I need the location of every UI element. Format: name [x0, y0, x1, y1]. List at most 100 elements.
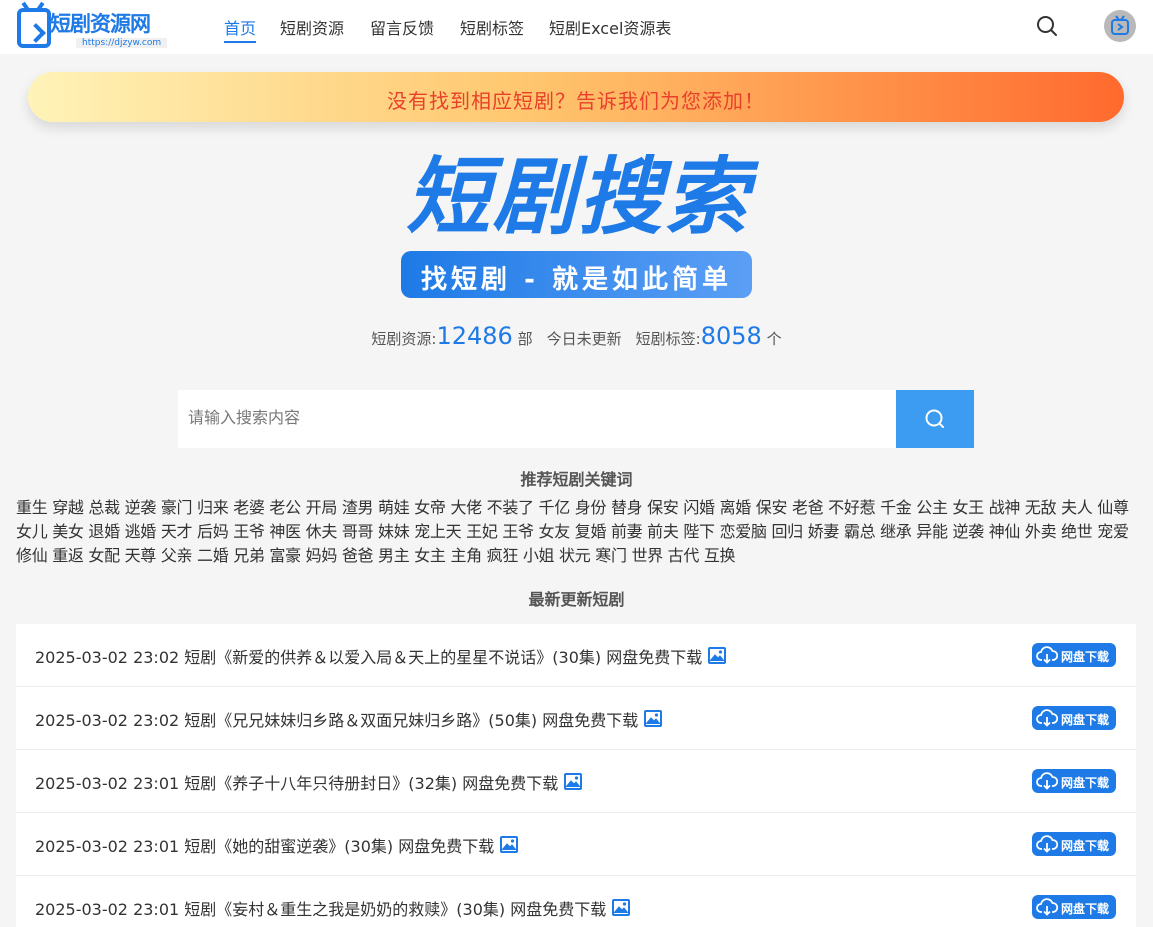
keyword-link[interactable]: 公主 — [916, 498, 948, 517]
keyword-link[interactable]: 父亲 — [161, 546, 193, 565]
keyword-link[interactable]: 娇妻 — [808, 522, 840, 541]
keyword-link[interactable]: 退婚 — [88, 522, 120, 541]
keyword-link[interactable]: 小姐 — [523, 546, 555, 565]
keyword-link[interactable]: 王爷 — [502, 522, 534, 541]
keyword-link[interactable]: 仙尊 — [1097, 498, 1129, 517]
keyword-link[interactable]: 总裁 — [88, 498, 120, 517]
keyword-link[interactable]: 主角 — [450, 546, 482, 565]
drama-link[interactable]: 2025-03-02 23:01 短剧《养子十八年只待册封日》(32集) 网盘免… — [35, 770, 583, 794]
keyword-link[interactable]: 妈妈 — [306, 546, 338, 565]
keyword-link[interactable]: 互换 — [704, 546, 736, 565]
keyword-link[interactable]: 神医 — [269, 522, 301, 541]
search-icon[interactable] — [1035, 14, 1059, 38]
drama-link[interactable]: 2025-03-02 23:01 短剧《妄村＆重生之我是奶奶的救赎》(30集) … — [35, 896, 631, 920]
keyword-link[interactable]: 寒门 — [595, 546, 627, 565]
keyword-link[interactable]: 女帝 — [414, 498, 446, 517]
download-button[interactable]: 网盘下载 — [1032, 832, 1116, 856]
search-input[interactable] — [178, 390, 896, 448]
keyword-link[interactable]: 继承 — [880, 522, 912, 541]
keyword-link[interactable]: 逃婚 — [125, 522, 157, 541]
keyword-link[interactable]: 哥哥 — [342, 522, 374, 541]
keyword-link[interactable]: 天尊 — [125, 546, 157, 565]
keyword-link[interactable]: 神仙 — [989, 522, 1021, 541]
nav-excel[interactable]: 短剧Excel资源表 — [549, 15, 671, 43]
keyword-link[interactable]: 回归 — [771, 522, 803, 541]
keyword-link[interactable]: 女主 — [414, 546, 446, 565]
keyword-link[interactable]: 重返 — [52, 546, 84, 565]
keyword-link[interactable]: 保安 — [647, 498, 679, 517]
keyword-link[interactable]: 疯狂 — [487, 546, 519, 565]
keyword-link[interactable]: 老爸 — [792, 498, 824, 517]
keyword-link[interactable]: 王妃 — [466, 522, 498, 541]
drama-link[interactable]: 2025-03-02 23:01 短剧《她的甜蜜逆袭》(30集) 网盘免费下载 — [35, 833, 519, 857]
keyword-link[interactable]: 美女 — [52, 522, 84, 541]
site-logo[interactable]: 短剧资源网 https://djzyw.com — [16, 1, 174, 52]
keyword-link[interactable]: 宠上天 — [414, 522, 461, 541]
keyword-link[interactable]: 女配 — [88, 546, 120, 565]
keyword-link[interactable]: 逆袭 — [952, 522, 984, 541]
keyword-link[interactable]: 绝世 — [1061, 522, 1093, 541]
keyword-link[interactable]: 开局 — [306, 498, 338, 517]
keyword-link[interactable]: 豪门 — [161, 498, 193, 517]
keyword-link[interactable]: 前妻 — [611, 522, 643, 541]
download-button[interactable]: 网盘下载 — [1032, 895, 1116, 919]
keyword-link[interactable]: 逆袭 — [125, 498, 157, 517]
keyword-link[interactable]: 爸爸 — [342, 546, 374, 565]
keyword-link[interactable]: 替身 — [611, 498, 643, 517]
keyword-link[interactable]: 异能 — [916, 522, 948, 541]
keyword-link[interactable]: 女王 — [952, 498, 984, 517]
keyword-link[interactable]: 身份 — [575, 498, 607, 517]
download-button[interactable]: 网盘下载 — [1032, 643, 1116, 667]
keyword-link[interactable]: 前夫 — [647, 522, 679, 541]
keyword-link[interactable]: 重生 — [16, 498, 48, 517]
keyword-link[interactable]: 不好惹 — [828, 498, 875, 517]
keyword-link[interactable]: 穿越 — [52, 498, 84, 517]
keyword-link[interactable]: 宠爱 — [1097, 522, 1129, 541]
keyword-link[interactable]: 男主 — [378, 546, 410, 565]
nav-resources[interactable]: 短剧资源 — [280, 15, 344, 43]
keyword-link[interactable]: 女儿 — [16, 522, 48, 541]
keyword-link[interactable]: 不装了 — [487, 498, 534, 517]
keyword-link[interactable]: 保安 — [756, 498, 788, 517]
keyword-link[interactable]: 老公 — [269, 498, 301, 517]
keyword-link[interactable]: 富豪 — [269, 546, 301, 565]
keyword-link[interactable]: 修仙 — [16, 546, 48, 565]
keyword-link[interactable]: 老婆 — [233, 498, 265, 517]
keyword-link[interactable]: 无敌 — [1025, 498, 1057, 517]
keyword-link[interactable]: 夫人 — [1061, 498, 1093, 517]
request-banner[interactable]: 没有找到相应短剧？告诉我们为您添加！ — [28, 72, 1124, 122]
keyword-link[interactable]: 陛下 — [683, 522, 715, 541]
keyword-link[interactable]: 天才 — [161, 522, 193, 541]
keyword-link[interactable]: 归来 — [197, 498, 229, 517]
keyword-link[interactable]: 女友 — [539, 522, 571, 541]
keyword-link[interactable]: 复婚 — [575, 522, 607, 541]
keyword-link[interactable]: 恋爱脑 — [720, 522, 767, 541]
keyword-link[interactable]: 王爷 — [233, 522, 265, 541]
nav-feedback[interactable]: 留言反馈 — [370, 15, 434, 43]
keyword-link[interactable]: 霸总 — [844, 522, 876, 541]
keyword-link[interactable]: 大佬 — [450, 498, 482, 517]
drama-link[interactable]: 2025-03-02 23:02 短剧《兄兄妹妹归乡路＆双面兄妹归乡路》(50集… — [35, 707, 663, 731]
keyword-link[interactable]: 萌娃 — [378, 498, 410, 517]
keyword-link[interactable]: 古代 — [668, 546, 700, 565]
keyword-link[interactable]: 世界 — [631, 546, 663, 565]
drama-link[interactable]: 2025-03-02 23:02 短剧《新爱的供养＆以爱入局＆天上的星星不说话》… — [35, 644, 727, 668]
keyword-link[interactable]: 二婚 — [197, 546, 229, 565]
keyword-link[interactable]: 妹妹 — [378, 522, 410, 541]
nav-tags[interactable]: 短剧标签 — [460, 15, 524, 43]
keyword-link[interactable]: 后妈 — [197, 522, 229, 541]
keyword-link[interactable]: 渣男 — [342, 498, 374, 517]
keyword-link[interactable]: 兄弟 — [233, 546, 265, 565]
nav-home[interactable]: 首页 — [224, 15, 257, 43]
avatar[interactable] — [1104, 10, 1136, 42]
keyword-link[interactable]: 状元 — [559, 546, 591, 565]
keyword-link[interactable]: 闪婚 — [683, 498, 715, 517]
keyword-link[interactable]: 千亿 — [539, 498, 571, 517]
download-button[interactable]: 网盘下载 — [1032, 769, 1116, 793]
download-button[interactable]: 网盘下载 — [1032, 706, 1116, 730]
keyword-link[interactable]: 外卖 — [1025, 522, 1057, 541]
keyword-link[interactable]: 千金 — [880, 498, 912, 517]
keyword-link[interactable]: 休夫 — [306, 522, 338, 541]
keyword-link[interactable]: 战神 — [989, 498, 1021, 517]
search-button[interactable] — [896, 390, 974, 448]
